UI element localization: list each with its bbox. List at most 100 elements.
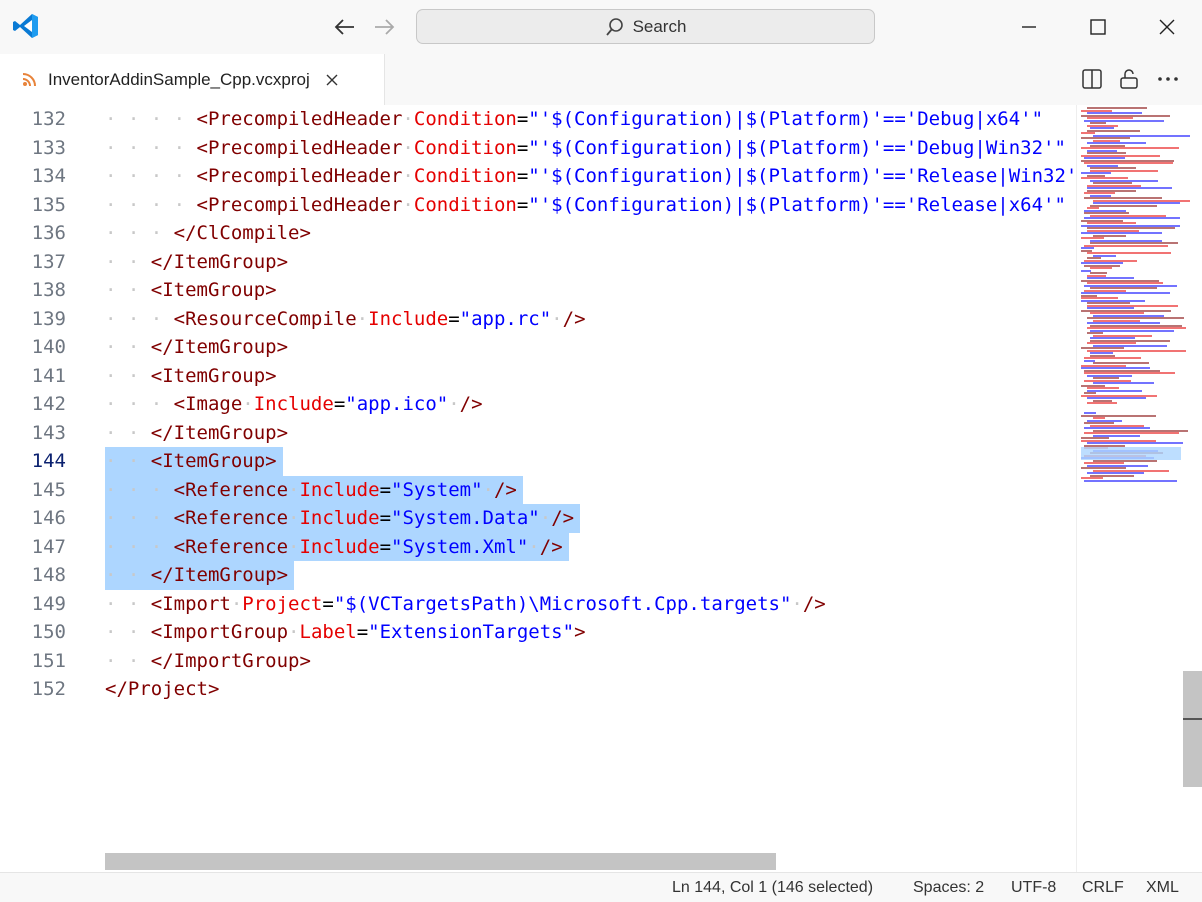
minimap-line (1090, 204, 1157, 207)
vscode-logo-icon[interactable] (12, 12, 40, 40)
code-token: > (574, 621, 586, 643)
code-token: "'$(Configuration)|$(Platform)'=='Releas… (528, 165, 1076, 187)
lock-group-button[interactable] (1116, 66, 1142, 92)
code-line[interactable]: · · <ItemGroup> (105, 362, 277, 391)
code-token: · · · · (105, 193, 197, 216)
forward-button[interactable] (371, 14, 397, 40)
code-line[interactable]: · · <ImportGroup·Label="ExtensionTargets… (105, 618, 586, 647)
cursor-position-status[interactable]: Ln 144, Col 1 (146 selected) (672, 879, 873, 897)
code-token: · · (105, 336, 151, 358)
code-token: · (791, 592, 803, 615)
back-button[interactable] (332, 14, 358, 40)
code-token: · (356, 307, 369, 330)
code-token: · (288, 535, 300, 558)
code-token: <PrecompiledHeader (196, 193, 403, 216)
close-window-button[interactable] (1147, 10, 1187, 44)
close-icon (1159, 19, 1175, 35)
editor-tab[interactable]: InventorAddinSample_Cpp.vcxproj (0, 54, 385, 105)
language-mode-status[interactable]: XML (1146, 879, 1179, 897)
code-token: = (516, 108, 529, 130)
code-token: · · (105, 279, 151, 301)
code-token: · · (105, 649, 151, 672)
code-line[interactable]: · · </ImportGroup> (105, 647, 311, 676)
code-line[interactable]: · · · </ClCompile> (105, 219, 311, 248)
code-line[interactable]: · · · <Reference·Include="System.Data"·/… (105, 504, 574, 533)
code-token: /> (459, 393, 483, 415)
vertical-scrollbar-thumb[interactable] (1183, 671, 1202, 787)
code-line[interactable]: · · · · <PrecompiledHeader·Condition="'$… (105, 162, 1076, 191)
code-token: /> (802, 592, 826, 615)
code-token: Project (242, 592, 323, 615)
code-token: · · · · (105, 165, 197, 187)
code-token: = (333, 393, 346, 415)
code-line[interactable]: · · <ItemGroup> (105, 447, 277, 476)
code-line[interactable]: · · </ItemGroup> (105, 419, 288, 448)
code-token: · · (105, 250, 151, 273)
code-line[interactable]: · · · <Image·Include="app.ico"·/> (105, 390, 483, 419)
indentation-status[interactable]: Spaces: 2 (913, 879, 984, 897)
code-token: · · (105, 450, 151, 472)
minimize-icon (1022, 26, 1036, 28)
code-line[interactable]: · · · <Reference·Include="System"·/> (105, 476, 517, 505)
encoding-status[interactable]: UTF-8 (1011, 879, 1056, 897)
code-line[interactable]: · · </ItemGroup> (105, 561, 288, 590)
code-token: <Import (150, 592, 231, 615)
horizontal-scrollbar-thumb[interactable] (105, 853, 776, 870)
line-number: 143 (31, 421, 66, 444)
code-line[interactable]: · · · <ResourceCompile·Include="app.rc"·… (105, 305, 586, 334)
line-number: 145 (31, 478, 66, 501)
tab-bar: InventorAddinSample_Cpp.vcxproj (0, 54, 1202, 105)
code-editor[interactable]: 132 133 134 135 136 137 138 139 140 141 142 143 144 1… (0, 105, 1076, 872)
code-line[interactable]: · · · <Reference·Include="System.Xml"·/> (105, 533, 563, 562)
code-token: Include (368, 307, 449, 330)
code-token: = (322, 592, 334, 615)
code-token: <PrecompiledHeader (196, 136, 403, 159)
code-line[interactable]: </Project> (105, 675, 219, 704)
minimap-selection (1081, 447, 1181, 460)
split-editor-button[interactable] (1079, 66, 1105, 92)
code-token: = (379, 507, 392, 529)
code-token: Condition (413, 193, 517, 216)
close-icon (326, 74, 338, 85)
code-line[interactable]: · · </ItemGroup> (105, 333, 288, 362)
code-token: · (288, 507, 300, 529)
code-line[interactable]: · · · · <PrecompiledHeader·Condition="'$… (105, 191, 1066, 220)
minimap-line (1084, 479, 1177, 482)
line-number: 146 (31, 507, 66, 529)
code-token: · (482, 478, 494, 501)
code-token: · · (105, 592, 151, 615)
code-token: Condition (413, 136, 517, 159)
code-token: /> (551, 507, 575, 529)
code-token: </ItemGroup> (150, 564, 289, 586)
tab-close-button[interactable] (324, 72, 340, 88)
code-line[interactable]: · · · · <PrecompiledHeader·Condition="'$… (105, 105, 1043, 134)
maximize-button[interactable] (1078, 10, 1118, 44)
code-line[interactable]: · · </ItemGroup> (105, 248, 288, 277)
code-token: <PrecompiledHeader (196, 165, 403, 187)
code-token: "app.ico" (345, 393, 449, 415)
minimap-line (1084, 244, 1168, 247)
more-actions-button[interactable] (1155, 66, 1181, 92)
minimize-button[interactable] (1009, 10, 1049, 44)
code-area[interactable]: · · · · <PrecompiledHeader·Condition="'$… (105, 105, 1076, 872)
code-line[interactable]: · · <Import·Project="$(VCTargetsPath)\Mi… (105, 590, 826, 619)
code-token: · · · (105, 478, 174, 501)
code-token: <ItemGroup> (150, 364, 277, 387)
code-token: Condition (413, 108, 517, 130)
line-number: 141 (31, 364, 66, 387)
line-ending-status[interactable]: CRLF (1082, 879, 1124, 897)
code-line[interactable]: · · · · <PrecompiledHeader·Condition="'$… (105, 134, 1066, 163)
command-search-box[interactable]: Search (416, 9, 875, 44)
code-token: "app.rc" (459, 307, 552, 330)
line-number: 148 (31, 564, 66, 586)
line-number: 144 (31, 450, 66, 472)
code-line[interactable]: · · <ItemGroup> (105, 276, 277, 305)
search-label: Search (632, 16, 687, 36)
tab-label: InventorAddinSample_Cpp.vcxproj (48, 69, 310, 89)
line-number: 140 (31, 336, 66, 358)
code-token: </ItemGroup> (150, 250, 289, 273)
code-token: = (516, 136, 529, 159)
code-token: · (402, 193, 414, 216)
more-actions-icon (1158, 77, 1178, 81)
code-token: <ItemGroup> (150, 279, 277, 301)
